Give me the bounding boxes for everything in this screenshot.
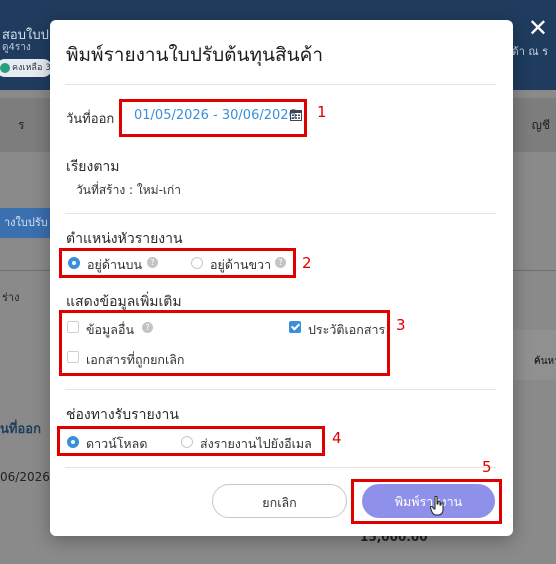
divider [65, 467, 496, 468]
background-button: างใบปรับ [0, 208, 52, 238]
annotation-box-5 [351, 479, 502, 524]
draft-label: ร่าง [2, 291, 20, 304]
modal-title: พิมพ์รายงานใบปรับต้นทุนสินค้า [66, 44, 323, 66]
print-report-modal: พิมพ์รายงานใบปรับต้นทุนสินค้า วันที่ออก … [50, 20, 513, 536]
sort-heading: เรียงตาม [66, 159, 120, 175]
annotation-number-3: 3 [396, 316, 406, 334]
header-right-text: ด้า ณ ร [511, 45, 548, 58]
annotation-box-2 [59, 248, 296, 278]
balance-pill: คงเหลือ 3 [0, 59, 52, 77]
table-cell-date: 06/2026 [0, 470, 50, 484]
header-position-heading: ตำแหน่งหัวรายงาน [66, 231, 183, 247]
status-dot-icon [0, 63, 10, 73]
header-subtitle: ดู4ราง [2, 42, 31, 53]
tab-left-label: ร [18, 118, 25, 132]
annotation-number-2: 2 [302, 254, 312, 272]
annotation-box-3 [59, 310, 390, 376]
table-header-date: นที่ออก [0, 422, 41, 437]
background-search: ⌕ ค้นหา [510, 330, 556, 380]
annotation-number-1: 1 [317, 103, 327, 121]
divider [65, 84, 496, 85]
cancel-button[interactable]: ยกเลิก [212, 484, 347, 518]
tab-right-label: ญชี [531, 118, 550, 132]
annotation-number-4: 4 [332, 429, 342, 447]
divider [65, 213, 496, 214]
annotation-box-4 [57, 426, 325, 456]
annotation-box-1 [119, 99, 307, 137]
annotation-number-5: 5 [482, 458, 492, 476]
balance-pill-label: คงเหลือ 3 [12, 63, 51, 73]
search-label: ค้นหา [534, 356, 556, 367]
close-icon[interactable]: ✕ [528, 16, 548, 40]
divider [65, 389, 496, 390]
sort-value: วันที่สร้าง : ใหม่-เก่า [76, 183, 182, 197]
issue-date-label: วันที่ออก [66, 112, 115, 127]
delivery-heading: ช่องทางรับรายงาน [66, 407, 179, 423]
